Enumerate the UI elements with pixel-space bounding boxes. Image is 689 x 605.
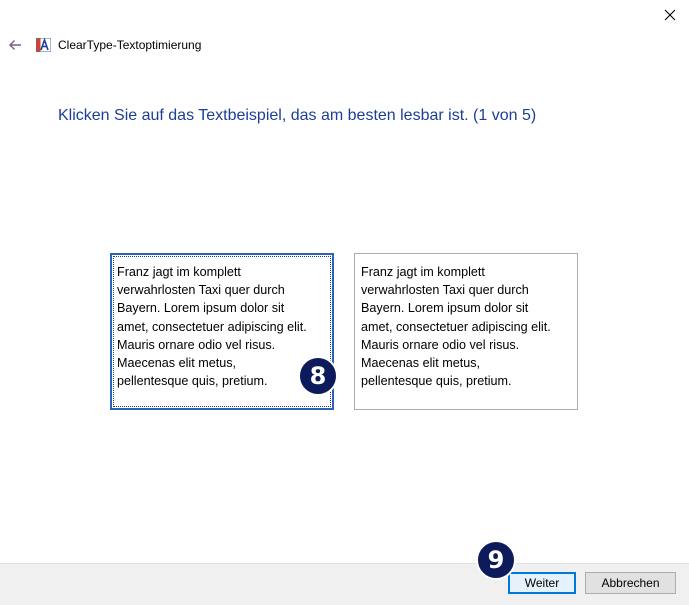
sample-line: Mauris ornare odio vel risus. xyxy=(361,337,520,352)
sample-line: amet, consectetuer adipiscing elit. xyxy=(117,319,307,334)
sample-line: Mauris ornare odio vel risus. xyxy=(117,337,276,352)
sample-line: Maecenas elit metus, xyxy=(117,356,236,371)
next-button[interactable]: Weiter xyxy=(508,572,576,594)
step-badge-8: 8 xyxy=(298,356,338,396)
sample-line: pellentesque quis, pretium. xyxy=(361,374,512,389)
cleartype-wizard-window: ClearType-Textoptimierung Klicken Sie au… xyxy=(0,0,689,605)
sample-line: Franz jagt im komplett xyxy=(361,265,485,279)
sample-line: Maecenas elit metus, xyxy=(361,356,480,371)
instruction-heading: Klicken Sie auf das Textbeispiel, das am… xyxy=(58,107,537,124)
close-icon xyxy=(664,9,676,21)
cancel-button[interactable]: Abbrechen xyxy=(585,572,676,594)
step-badge-9: 9 xyxy=(476,540,516,580)
sample-line: amet, consectetuer adipiscing elit. xyxy=(361,319,551,334)
sample-line: Franz jagt im komplett xyxy=(117,265,241,279)
sample-line: verwahrlosten Taxi quer durch xyxy=(117,283,285,298)
sample-line: Bayern. Lorem ipsum dolor sit xyxy=(361,301,529,316)
cleartype-app-icon xyxy=(36,38,51,52)
close-button[interactable] xyxy=(657,2,683,28)
window-title: ClearType-Textoptimierung xyxy=(58,38,202,52)
back-button[interactable] xyxy=(6,36,24,54)
text-sample-2[interactable]: Franz jagt im komplett verwahrlosten Tax… xyxy=(354,253,578,410)
sample-line: verwahrlosten Taxi quer durch xyxy=(361,283,529,298)
back-arrow-icon xyxy=(9,40,21,50)
sample-line: pellentesque quis, pretium. xyxy=(117,374,268,389)
sample-line: Bayern. Lorem ipsum dolor sit xyxy=(117,301,285,316)
